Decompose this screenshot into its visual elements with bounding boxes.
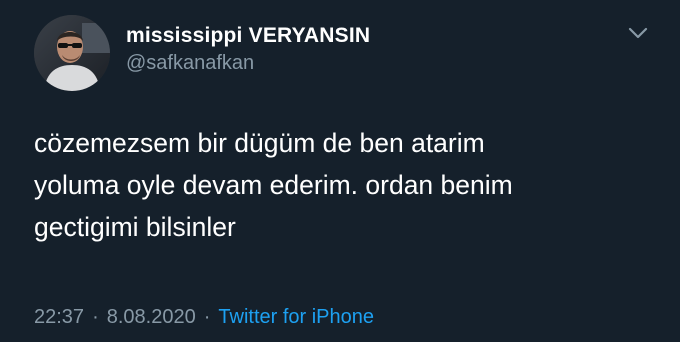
- user-handle[interactable]: @safkanafkan: [126, 52, 254, 75]
- avatar-photo: [34, 15, 110, 91]
- chevron-down-icon[interactable]: [625, 22, 651, 44]
- tweet-card: mississippi VERYANSIN @safkanafkan cözem…: [0, 0, 680, 342]
- display-name[interactable]: mississippi VERYANSIN: [126, 24, 370, 48]
- tweet-text-line: gectigimi bilsinler: [34, 212, 236, 242]
- avatar[interactable]: [34, 15, 110, 91]
- meta-separator: ·: [92, 306, 99, 328]
- tweet-text: cözemezsem bir dügüm de ben atarim yolum…: [34, 122, 654, 248]
- tweet-source-link[interactable]: Twitter for iPhone: [218, 306, 374, 328]
- tweet-time[interactable]: 22:37: [34, 306, 84, 328]
- meta-separator: ·: [203, 306, 211, 328]
- tweet-meta: 22:37 · 8.08.2020 · Twitter for iPhone: [34, 306, 374, 329]
- tweet-text-line: cözemezsem bir dügüm de ben atarim: [34, 128, 485, 158]
- tweet-text-line: yoluma oyle devam ederim. ordan benim: [34, 170, 513, 200]
- tweet-date[interactable]: 8.08.2020: [107, 306, 196, 328]
